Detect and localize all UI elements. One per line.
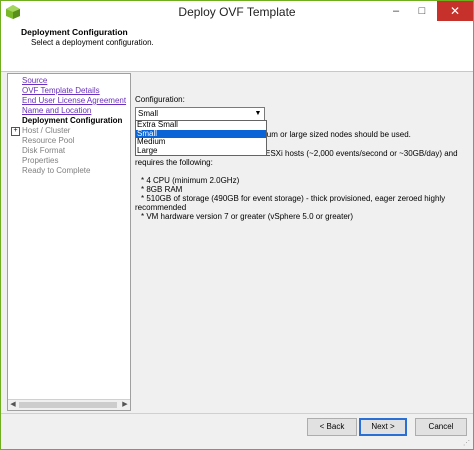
cancel-button[interactable]: Cancel — [415, 418, 467, 436]
step-properties: Properties — [22, 156, 59, 165]
back-button[interactable]: < Back — [307, 418, 357, 436]
step-source[interactable]: Source — [22, 76, 47, 85]
wizard-header: Deployment Configuration Select a deploy… — [1, 23, 473, 72]
next-button[interactable]: Next > — [359, 418, 407, 436]
configuration-dropdown-list: Extra Small Small Medium Large — [135, 120, 267, 156]
description-line-1: ium or large sized nodes should be used. — [265, 130, 411, 139]
requirement-vm-hardware: * VM hardware version 7 or greater (vSph… — [141, 212, 354, 221]
resize-grip-icon[interactable]: ⋰ — [463, 439, 471, 447]
step-ready-to-complete: Ready to Complete — [22, 166, 91, 175]
minimize-button[interactable]: – — [383, 1, 409, 21]
nav-horizontal-scrollbar[interactable]: ◀ ▶ — [8, 399, 130, 410]
step-host-cluster: Host / Cluster — [22, 126, 71, 135]
scroll-right-icon[interactable]: ▶ — [120, 400, 130, 410]
expand-icon[interactable]: + — [11, 127, 20, 136]
step-ovf-template-details[interactable]: OVF Template Details — [22, 86, 100, 95]
maximize-button[interactable]: □ — [409, 1, 435, 21]
footer-divider — [1, 413, 473, 414]
description-line-3: requires the following: — [135, 158, 213, 167]
deploy-ovf-window: Deploy OVF Template – □ ✕ Deployment Con… — [0, 0, 474, 450]
step-deployment-configuration: Deployment Configuration — [22, 116, 123, 125]
header-subtitle: Select a deployment configuration. — [31, 38, 154, 47]
scrollbar-thumb[interactable] — [19, 402, 117, 408]
step-disk-format: Disk Format — [22, 146, 66, 155]
configuration-select[interactable]: Small ▼ — [135, 107, 265, 121]
chevron-down-icon[interactable]: ▼ — [252, 108, 264, 120]
step-name-and-location[interactable]: Name and Location — [22, 106, 91, 115]
title-bar[interactable]: Deploy OVF Template – □ ✕ — [1, 1, 473, 23]
step-resource-pool: Resource Pool — [22, 136, 75, 145]
scroll-left-icon[interactable]: ◀ — [8, 400, 18, 410]
option-large[interactable]: Large — [136, 146, 266, 156]
header-title: Deployment Configuration — [21, 27, 128, 37]
configuration-selected-value: Small — [138, 109, 159, 118]
close-button[interactable]: ✕ — [437, 1, 473, 21]
step-end-user-license[interactable]: End User License Agreement — [22, 96, 126, 105]
wizard-steps-panel: Source OVF Template Details End User Lic… — [7, 73, 131, 411]
configuration-label: Configuration: — [135, 95, 185, 104]
